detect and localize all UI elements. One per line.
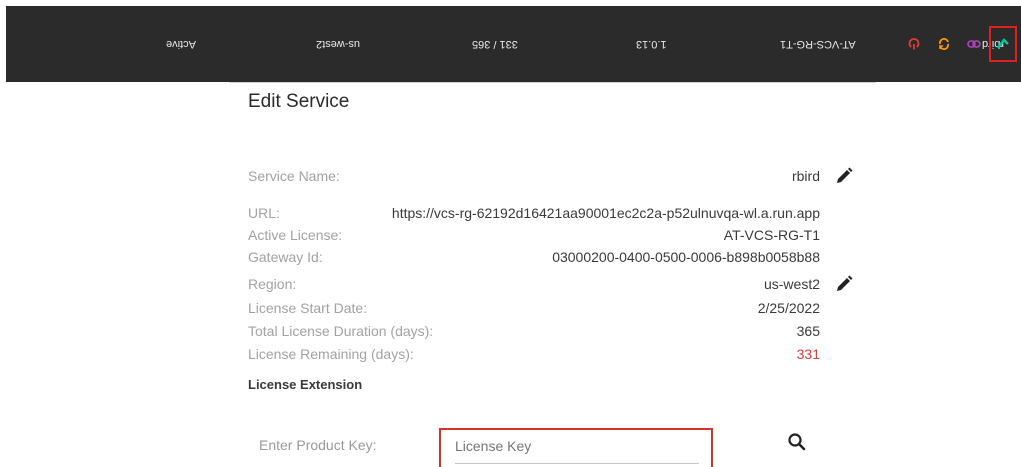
field-service-name: Service Name: rbird xyxy=(248,165,820,187)
field-gateway-id: Gateway Id: 03000200-0400-0500-0006-b898… xyxy=(248,246,820,268)
field-value: https://vcs-rg-62192d16421aa90001ec2c2a-… xyxy=(391,205,820,221)
input-underline xyxy=(455,463,699,464)
field-value: 331 xyxy=(796,346,820,362)
field-label: Active License: xyxy=(248,227,343,243)
field-url: URL: https://vcs-rg-62192d16421aa90001ec… xyxy=(248,202,820,224)
field-label: Region: xyxy=(248,276,297,292)
field-license-remaining: License Remaining (days): 331 xyxy=(248,343,820,365)
field-active-license: Active License: AT-VCS-RG-T1 xyxy=(248,224,820,246)
field-label: License Remaining (days): xyxy=(248,346,414,362)
product-key-label: Enter Product Key: xyxy=(259,437,377,453)
field-value: AT-VCS-RG-T1 xyxy=(723,227,820,243)
field-license-start-date: License Start Date: 2/25/2022 xyxy=(248,297,820,319)
refresh-icon[interactable] xyxy=(934,34,954,54)
field-label: Gateway Id: xyxy=(248,249,323,265)
row-days-cell: 331 / 365 xyxy=(472,38,518,50)
row-license-cell: AT-VCS-RG-T1 xyxy=(780,38,856,50)
product-key-input[interactable] xyxy=(455,438,699,454)
product-key-field xyxy=(439,428,713,467)
check-icon[interactable] xyxy=(989,26,1017,62)
search-icon[interactable] xyxy=(787,432,809,454)
link-icon[interactable] xyxy=(964,34,984,54)
divider xyxy=(229,82,876,83)
power-icon[interactable] xyxy=(904,34,924,54)
field-value: 03000200-0400-0500-0006-b898b0058b88 xyxy=(552,249,820,265)
field-value: us-west2 xyxy=(763,276,820,292)
field-label: License Start Date: xyxy=(248,300,368,316)
page-title: Edit Service xyxy=(248,91,350,112)
field-label: Total License Duration (days): xyxy=(248,323,434,339)
service-row[interactable]: rbird AT-VCS-RG-T1 1.0.13 331 / 365 us-w… xyxy=(6,6,1021,82)
row-status-cell: Active xyxy=(166,38,196,50)
field-value: 2/25/2022 xyxy=(757,300,820,316)
row-region-cell: us-west2 xyxy=(316,38,361,50)
edit-region-icon[interactable] xyxy=(834,274,854,294)
field-label: Service Name: xyxy=(248,168,340,184)
section-title: License Extension xyxy=(248,377,363,392)
field-label: URL: xyxy=(248,205,280,221)
field-value: rbird xyxy=(791,168,820,184)
field-region: Region: us-west2 xyxy=(248,273,820,295)
edit-service-name-icon[interactable] xyxy=(834,166,854,186)
row-version-cell: 1.0.13 xyxy=(636,38,667,50)
field-total-license-duration: Total License Duration (days): 365 xyxy=(248,320,820,342)
field-value: 365 xyxy=(796,323,820,339)
